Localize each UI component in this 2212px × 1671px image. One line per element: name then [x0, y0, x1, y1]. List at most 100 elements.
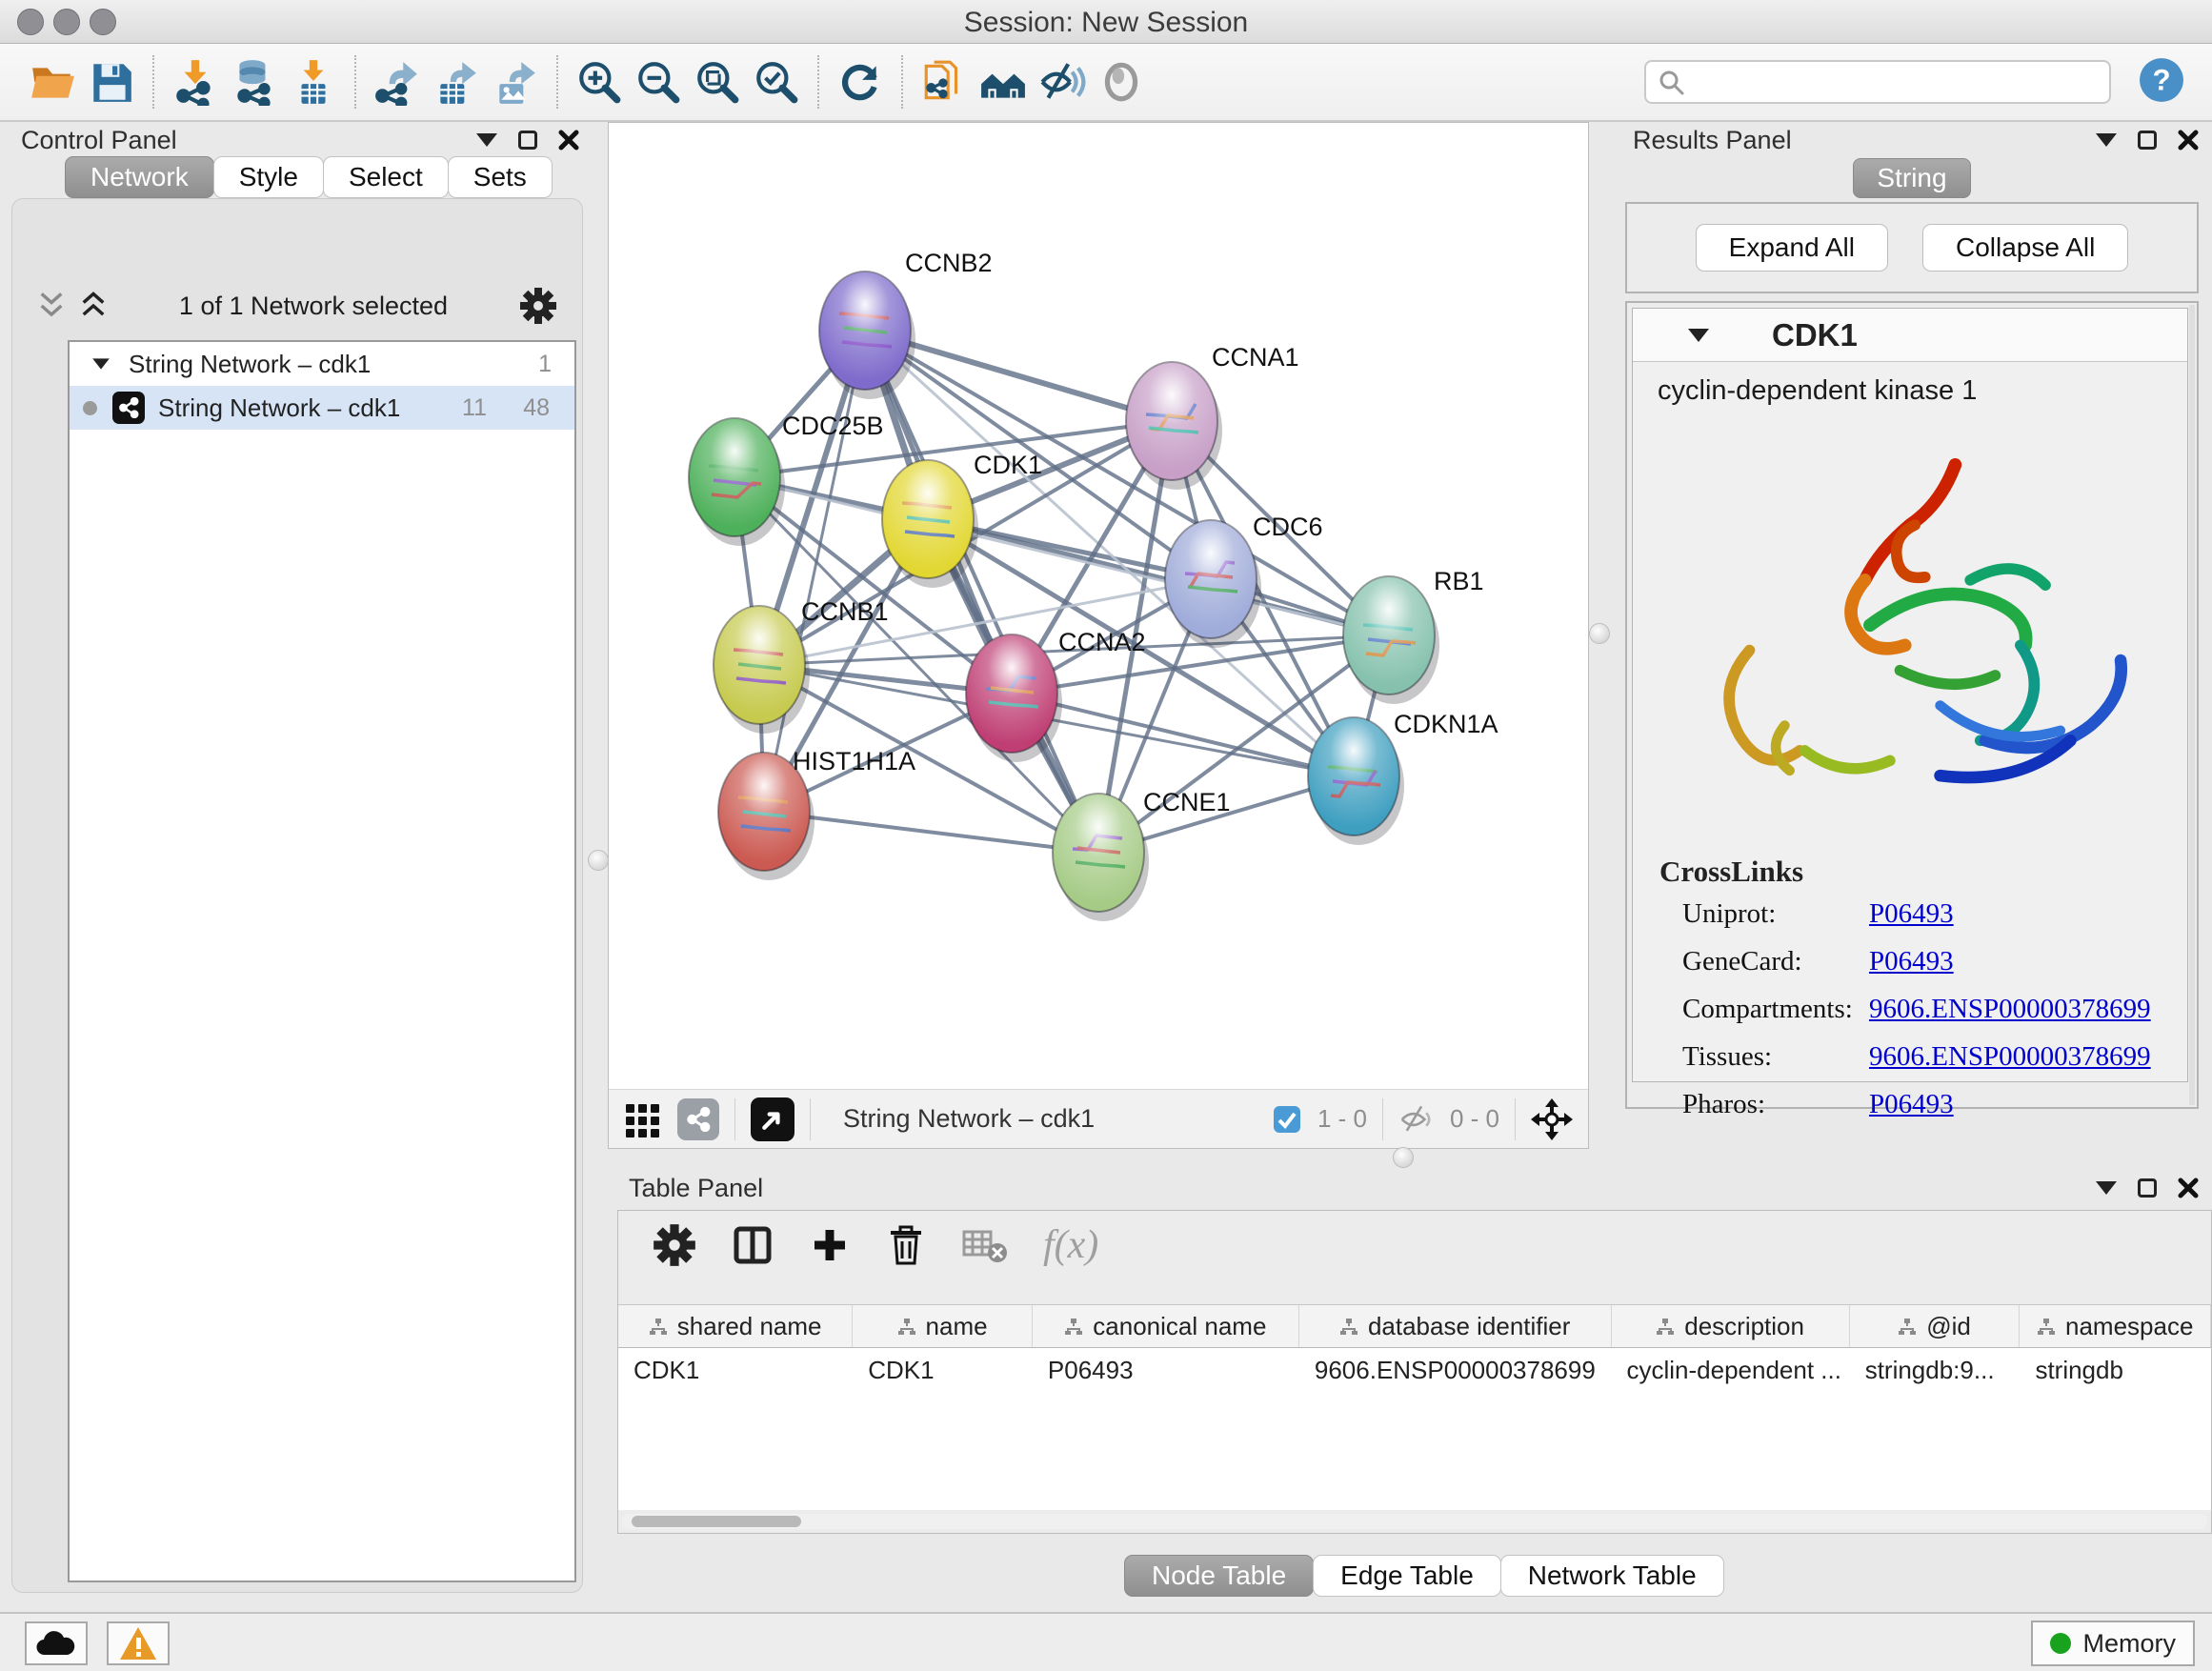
- zoom-selected-button[interactable]: [747, 52, 806, 111]
- protein-card-header[interactable]: CDK1: [1633, 309, 2187, 362]
- table-cell[interactable]: stringdb:9...: [1850, 1348, 2021, 1394]
- panel-menu-icon[interactable]: [2096, 133, 2117, 147]
- table-cell[interactable]: stringdb: [2020, 1348, 2211, 1394]
- column-header--id[interactable]: @id: [1850, 1305, 2021, 1347]
- expand-all-icon[interactable]: [79, 291, 108, 321]
- genecard-link[interactable]: P06493: [1869, 946, 1954, 977]
- control-panel: Control Panel Network Style Select Sets: [0, 122, 593, 1597]
- table-row[interactable]: CDK1CDK1P064939606.ENSP00000378699cyclin…: [618, 1348, 2211, 1394]
- table-cell[interactable]: 9606.ENSP00000378699: [1299, 1348, 1612, 1394]
- table-cell[interactable]: cyclin-dependent ...: [1611, 1348, 1849, 1394]
- open-session-button[interactable]: [23, 52, 82, 111]
- clone-network-button[interactable]: [915, 52, 974, 111]
- float-panel-icon[interactable]: [518, 131, 537, 150]
- vertical-splitter-handle-right[interactable]: [1589, 623, 1610, 644]
- network-row-selected[interactable]: String Network – cdk1 11 48: [70, 386, 574, 430]
- tab-sets[interactable]: Sets: [448, 156, 553, 198]
- add-column-icon[interactable]: [809, 1224, 851, 1266]
- warning-status-button[interactable]: [107, 1621, 170, 1665]
- float-panel-icon[interactable]: [2138, 1178, 2157, 1198]
- tissues-link[interactable]: 9606.ENSP00000378699: [1869, 1041, 2151, 1073]
- export-image-button[interactable]: [486, 52, 545, 111]
- table-settings-gear-icon[interactable]: [653, 1223, 696, 1267]
- column-header-namespace[interactable]: namespace: [2020, 1305, 2211, 1347]
- network-node-HIST1H1A[interactable]: HIST1H1A: [718, 747, 915, 880]
- search-input[interactable]: [1644, 60, 2111, 104]
- tab-select[interactable]: Select: [323, 156, 449, 198]
- network-node-CCNE1[interactable]: CCNE1: [1053, 788, 1231, 921]
- network-node-CCNB2[interactable]: CCNB2: [819, 249, 993, 399]
- save-session-button[interactable]: [82, 52, 141, 111]
- compartments-link[interactable]: 9606.ENSP00000378699: [1869, 994, 2151, 1025]
- birds-eye-toggle-icon[interactable]: [1531, 1098, 1573, 1140]
- show-columns-icon[interactable]: [731, 1223, 774, 1267]
- horizontal-splitter-handle[interactable]: [1393, 1147, 1414, 1168]
- panel-menu-icon[interactable]: [476, 133, 497, 147]
- tab-network[interactable]: Network: [65, 156, 214, 198]
- import-network-database-button[interactable]: [225, 52, 284, 111]
- grid-view-icon[interactable]: [624, 1100, 662, 1138]
- table-cell[interactable]: CDK1: [618, 1348, 853, 1394]
- network-node-CDC6[interactable]: CDC6: [1165, 513, 1323, 648]
- column-header-name[interactable]: name: [853, 1305, 1033, 1347]
- birds-eye-button[interactable]: [1092, 52, 1151, 111]
- uniprot-link[interactable]: P06493: [1869, 898, 1954, 930]
- cloud-status-button[interactable]: [25, 1621, 88, 1665]
- network-node-CDK1[interactable]: CDK1: [882, 451, 1042, 588]
- selected-checkbox-icon[interactable]: [1272, 1104, 1302, 1135]
- column-header-canonical-name[interactable]: canonical name: [1033, 1305, 1299, 1347]
- table-cell[interactable]: CDK1: [853, 1348, 1033, 1394]
- network-collection-row[interactable]: String Network – cdk1 1: [70, 342, 574, 386]
- memory-button[interactable]: Memory: [2031, 1621, 2195, 1666]
- gear-icon[interactable]: [519, 287, 557, 325]
- column-header-shared-name[interactable]: shared name: [618, 1305, 853, 1347]
- table-cell[interactable]: P06493: [1033, 1348, 1299, 1394]
- network-node-RB1[interactable]: RB1: [1343, 567, 1484, 704]
- collapse-all-button[interactable]: Collapse All: [1922, 224, 2128, 272]
- tab-string-results[interactable]: String: [1853, 158, 1970, 198]
- network-view[interactable]: CCNB2CCNA1CDC25BCDK1CDC6RB1CCNB1CCNA2CDK…: [608, 122, 1589, 1149]
- import-table-button[interactable]: [284, 52, 343, 111]
- scrollbar-thumb[interactable]: [632, 1516, 801, 1527]
- column-header-database-identifier[interactable]: database identifier: [1299, 1305, 1612, 1347]
- zoom-out-button[interactable]: [629, 52, 688, 111]
- column-header-description[interactable]: description: [1612, 1305, 1850, 1347]
- network-node-CDC25B[interactable]: CDC25B: [689, 412, 884, 546]
- panel-menu-icon[interactable]: [2096, 1181, 2117, 1195]
- close-panel-icon[interactable]: [2178, 1178, 2199, 1198]
- detach-view-button[interactable]: [751, 1097, 794, 1141]
- collapse-all-icon[interactable]: [37, 291, 66, 321]
- collapse-row-icon[interactable]: [92, 358, 110, 369]
- function-builder-icon[interactable]: f(x): [1043, 1222, 1098, 1268]
- collapse-card-icon[interactable]: [1688, 329, 1709, 342]
- network-node-CCNB1[interactable]: CCNB1: [714, 597, 889, 734]
- tab-edge-table[interactable]: Edge Table: [1313, 1555, 1501, 1597]
- node-label-CCNB2: CCNB2: [905, 249, 993, 277]
- show-hide-graphics-button[interactable]: [1033, 52, 1092, 111]
- network-canvas[interactable]: CCNB2CCNA1CDC25BCDK1CDC6RB1CCNB1CCNA2CDK…: [609, 123, 1588, 1089]
- zoom-fit-button[interactable]: [688, 52, 747, 111]
- zoom-in-button[interactable]: [570, 52, 629, 111]
- network-node-CCNA1[interactable]: CCNA1: [1126, 343, 1299, 490]
- home-view-button[interactable]: [974, 52, 1033, 111]
- network-node-CDKN1A[interactable]: CDKN1A: [1308, 710, 1498, 845]
- expand-all-button[interactable]: Expand All: [1696, 224, 1888, 272]
- vertical-splitter-handle[interactable]: [588, 850, 609, 871]
- help-button[interactable]: ?: [2138, 56, 2189, 108]
- export-network-button[interactable]: [368, 52, 427, 111]
- close-panel-icon[interactable]: [2178, 130, 2199, 151]
- export-table-button[interactable]: [427, 52, 486, 111]
- refresh-button[interactable]: [831, 52, 890, 111]
- pharos-link[interactable]: P06493: [1869, 1089, 1954, 1120]
- close-panel-icon[interactable]: [558, 130, 579, 151]
- delete-column-icon[interactable]: [885, 1223, 927, 1267]
- tab-node-table[interactable]: Node Table: [1124, 1555, 1314, 1597]
- table-horizontal-scrollbar[interactable]: [622, 1514, 2207, 1529]
- results-scrollbar[interactable]: [2189, 305, 2195, 1105]
- import-network-file-button[interactable]: [166, 52, 225, 111]
- tab-network-table[interactable]: Network Table: [1500, 1555, 1724, 1597]
- tab-style[interactable]: Style: [213, 156, 324, 198]
- delete-table-icon[interactable]: [961, 1226, 1009, 1264]
- float-panel-icon[interactable]: [2138, 131, 2157, 150]
- network-share-icon[interactable]: [677, 1098, 719, 1140]
